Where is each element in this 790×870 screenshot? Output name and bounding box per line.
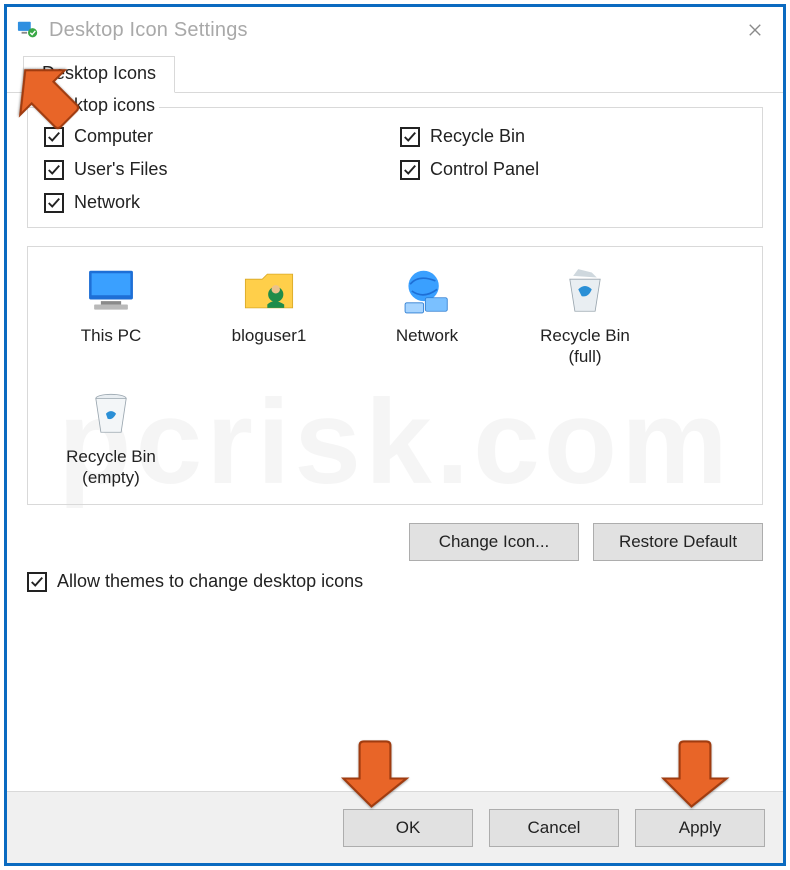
restore-default-button[interactable]: Restore Default — [593, 523, 763, 561]
checkbox-box-icon — [44, 193, 64, 213]
dialog-footer: OK Cancel Apply — [7, 791, 783, 863]
user-folder-icon — [234, 261, 304, 321]
checkbox-grid: Computer Recycle Bin User's Files Contro… — [44, 126, 746, 213]
icon-user-folder[interactable]: bloguser1 — [194, 255, 344, 368]
tab-label: Desktop Icons — [42, 63, 156, 83]
close-button[interactable] — [733, 12, 777, 48]
network-icon — [392, 261, 462, 321]
checkbox-box-icon — [44, 127, 64, 147]
checkbox-label: Network — [74, 192, 140, 213]
dialog-window: Desktop Icon Settings Desktop Icons pcri… — [4, 4, 786, 866]
tab-desktop-icons[interactable]: Desktop Icons — [23, 56, 175, 93]
checkbox-label: Recycle Bin — [430, 126, 525, 147]
icon-label: Recycle Bin (empty) — [66, 446, 156, 489]
icon-list: This PC bloguser1 Network Recycle Bin (f… — [34, 253, 756, 494]
icon-preview-box: This PC bloguser1 Network Recycle Bin (f… — [27, 246, 763, 505]
icon-label: Network — [396, 325, 458, 346]
apply-button[interactable]: Apply — [635, 809, 765, 847]
change-icon-button[interactable]: Change Icon... — [409, 523, 579, 561]
checkbox-label: Control Panel — [430, 159, 539, 180]
dialog-content: pcrisk.com Desktop icons Computer Recycl… — [7, 93, 783, 791]
cancel-button[interactable]: Cancel — [489, 809, 619, 847]
checkbox-allow-themes[interactable]: Allow themes to change desktop icons — [27, 571, 763, 592]
icon-label: bloguser1 — [232, 325, 307, 346]
icon-label: This PC — [81, 325, 141, 346]
icon-this-pc[interactable]: This PC — [36, 255, 186, 368]
checkbox-box-icon — [400, 127, 420, 147]
checkbox-label: Allow themes to change desktop icons — [57, 571, 363, 592]
button-label: Cancel — [528, 818, 581, 837]
button-label: Apply — [679, 818, 722, 837]
icon-label: Recycle Bin (full) — [540, 325, 630, 368]
checkbox-box-icon — [27, 572, 47, 592]
titlebar: Desktop Icon Settings — [7, 7, 783, 53]
checkbox-box-icon — [44, 160, 64, 180]
window-title: Desktop Icon Settings — [49, 19, 733, 42]
button-label: OK — [396, 818, 421, 837]
checkbox-label: Computer — [74, 126, 153, 147]
icon-action-row: Change Icon... Restore Default — [27, 523, 763, 561]
checkbox-users-files[interactable]: User's Files — [44, 159, 390, 180]
checkbox-network[interactable]: Network — [44, 192, 390, 213]
checkbox-control-panel[interactable]: Control Panel — [400, 159, 746, 180]
checkbox-recycle-bin[interactable]: Recycle Bin — [400, 126, 746, 147]
ok-button[interactable]: OK — [343, 809, 473, 847]
recycle-bin-empty-icon — [76, 382, 146, 442]
groupbox-legend: Desktop icons — [38, 95, 159, 116]
recycle-bin-full-icon — [550, 261, 620, 321]
computer-icon — [76, 261, 146, 321]
button-label: Restore Default — [619, 532, 737, 551]
checkbox-computer[interactable]: Computer — [44, 126, 390, 147]
tab-strip: Desktop Icons — [7, 53, 783, 93]
icon-network[interactable]: Network — [352, 255, 502, 368]
checkbox-box-icon — [400, 160, 420, 180]
checkbox-label: User's Files — [74, 159, 167, 180]
system-icon — [17, 19, 39, 41]
icon-recycle-bin-empty[interactable]: Recycle Bin (empty) — [36, 376, 186, 489]
button-label: Change Icon... — [439, 532, 550, 551]
groupbox-desktop-icons: Desktop icons Computer Recycle Bin User'… — [27, 107, 763, 228]
icon-recycle-bin-full[interactable]: Recycle Bin (full) — [510, 255, 660, 368]
